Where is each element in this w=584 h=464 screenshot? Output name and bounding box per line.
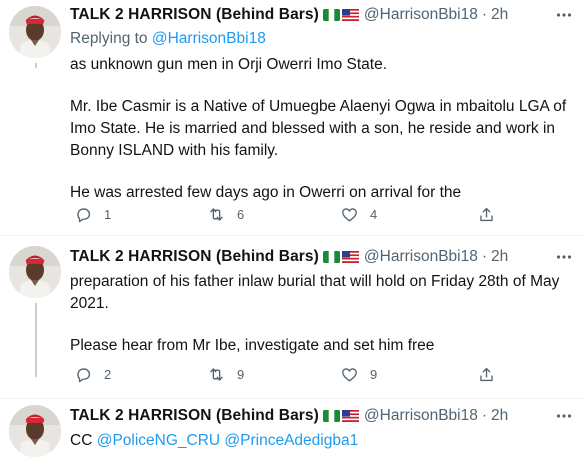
- share-button[interactable]: [477, 363, 496, 385]
- share-icon: [480, 367, 493, 381]
- tweet-header: TALK 2 HARRISON (Behind Bars) @HarrisonB…: [70, 4, 508, 26]
- timestamp[interactable]: 2h: [491, 6, 508, 24]
- avatar[interactable]: [9, 246, 61, 298]
- more-options-icon[interactable]: [555, 6, 573, 24]
- tweet-actions: 2 9 9: [70, 363, 510, 385]
- more-options-icon[interactable]: [555, 248, 573, 266]
- separator-dot: ·: [481, 248, 488, 265]
- avatar[interactable]: [9, 6, 61, 58]
- timestamp[interactable]: 2h: [491, 407, 508, 425]
- tweet-text: as unknown gun men in Orji Owerri Imo St…: [70, 54, 575, 204]
- replying-label: Replying to: [70, 30, 148, 47]
- author-handle[interactable]: @HarrisonBbi18: [364, 6, 478, 24]
- us-flag-icon: [341, 251, 359, 263]
- timestamp[interactable]: 2h: [491, 248, 508, 266]
- us-flag-icon: [341, 410, 359, 422]
- reply-count: 2: [104, 366, 112, 382]
- retweet-count: 9: [237, 366, 245, 382]
- retweet-icon: [210, 207, 223, 221]
- separator-dot: ·: [481, 6, 488, 23]
- nigeria-flag-icon: [322, 9, 340, 21]
- tweet-text: preparation of his father inlaw burial t…: [70, 271, 575, 357]
- like-count: 9: [370, 366, 378, 382]
- reply-icon: [77, 367, 91, 382]
- author-name[interactable]: TALK 2 HARRISON (Behind Bars): [70, 407, 319, 425]
- tweet-paragraph: preparation of his father inlaw burial t…: [70, 273, 560, 312]
- separator-dot: ·: [481, 407, 488, 424]
- mention-link[interactable]: @PrinceAdedigba1: [224, 432, 358, 449]
- reply-button[interactable]: 1: [74, 203, 111, 225]
- like-button[interactable]: 4: [340, 203, 377, 225]
- like-icon: [342, 367, 357, 382]
- tweet[interactable]: TALK 2 HARRISON (Behind Bars) @HarrisonB…: [0, 0, 584, 233]
- author-handle[interactable]: @HarrisonBbi18: [364, 248, 478, 266]
- author-name[interactable]: TALK 2 HARRISON (Behind Bars): [70, 6, 319, 24]
- author-handle[interactable]: @HarrisonBbi18: [364, 407, 478, 425]
- tweet[interactable]: TALK 2 HARRISON (Behind Bars) @HarrisonB…: [0, 236, 584, 398]
- reply-icon: [77, 207, 91, 222]
- avatar-image: [9, 6, 61, 58]
- tweet-actions: 1 6 4: [70, 203, 510, 225]
- retweet-icon: [210, 367, 223, 381]
- tweet-paragraph: He was arrested few days ago in Owerri o…: [70, 184, 462, 201]
- more-options-icon[interactable]: [555, 407, 573, 425]
- replying-handle-link[interactable]: @HarrisonBbi18: [152, 30, 266, 47]
- author-name[interactable]: TALK 2 HARRISON (Behind Bars): [70, 248, 319, 266]
- retweet-button[interactable]: 9: [207, 363, 244, 385]
- mention-link[interactable]: @PoliceNG_CRU: [97, 432, 220, 449]
- avatar[interactable]: [9, 405, 61, 457]
- avatar-image: [9, 246, 61, 298]
- reply-button[interactable]: 2: [74, 363, 111, 385]
- retweet-button[interactable]: 6: [207, 203, 244, 225]
- cc-label: CC: [70, 432, 93, 449]
- nigeria-flag-icon: [322, 410, 340, 422]
- tweet-paragraph: Mr. Ibe Casmir is a Native of Umuegbe Al…: [70, 98, 567, 159]
- avatar-image: [9, 405, 61, 457]
- like-count: 4: [370, 206, 378, 222]
- tweet[interactable]: TALK 2 HARRISON (Behind Bars) @HarrisonB…: [0, 399, 584, 464]
- us-flag-icon: [341, 9, 359, 21]
- retweet-count: 6: [237, 206, 245, 222]
- nigeria-flag-icon: [322, 251, 340, 263]
- replying-to: Replying to @HarrisonBbi18: [70, 30, 266, 48]
- tweet-text: CC @PoliceNG_CRU @PrinceAdedigba1: [70, 430, 575, 452]
- reply-count: 1: [104, 206, 112, 222]
- like-button[interactable]: 9: [340, 363, 377, 385]
- tweet-paragraph: CC @PoliceNG_CRU @PrinceAdedigba1: [70, 430, 575, 452]
- tweet-header: TALK 2 HARRISON (Behind Bars) @HarrisonB…: [70, 246, 508, 268]
- tweet-paragraph: as unknown gun men in Orji Owerri Imo St…: [70, 56, 388, 73]
- tweet-header: TALK 2 HARRISON (Behind Bars) @HarrisonB…: [70, 405, 508, 427]
- share-button[interactable]: [477, 203, 496, 225]
- share-icon: [480, 207, 493, 221]
- like-icon: [342, 207, 357, 222]
- tweet-paragraph: Please hear from Mr Ibe, investigate and…: [70, 337, 435, 354]
